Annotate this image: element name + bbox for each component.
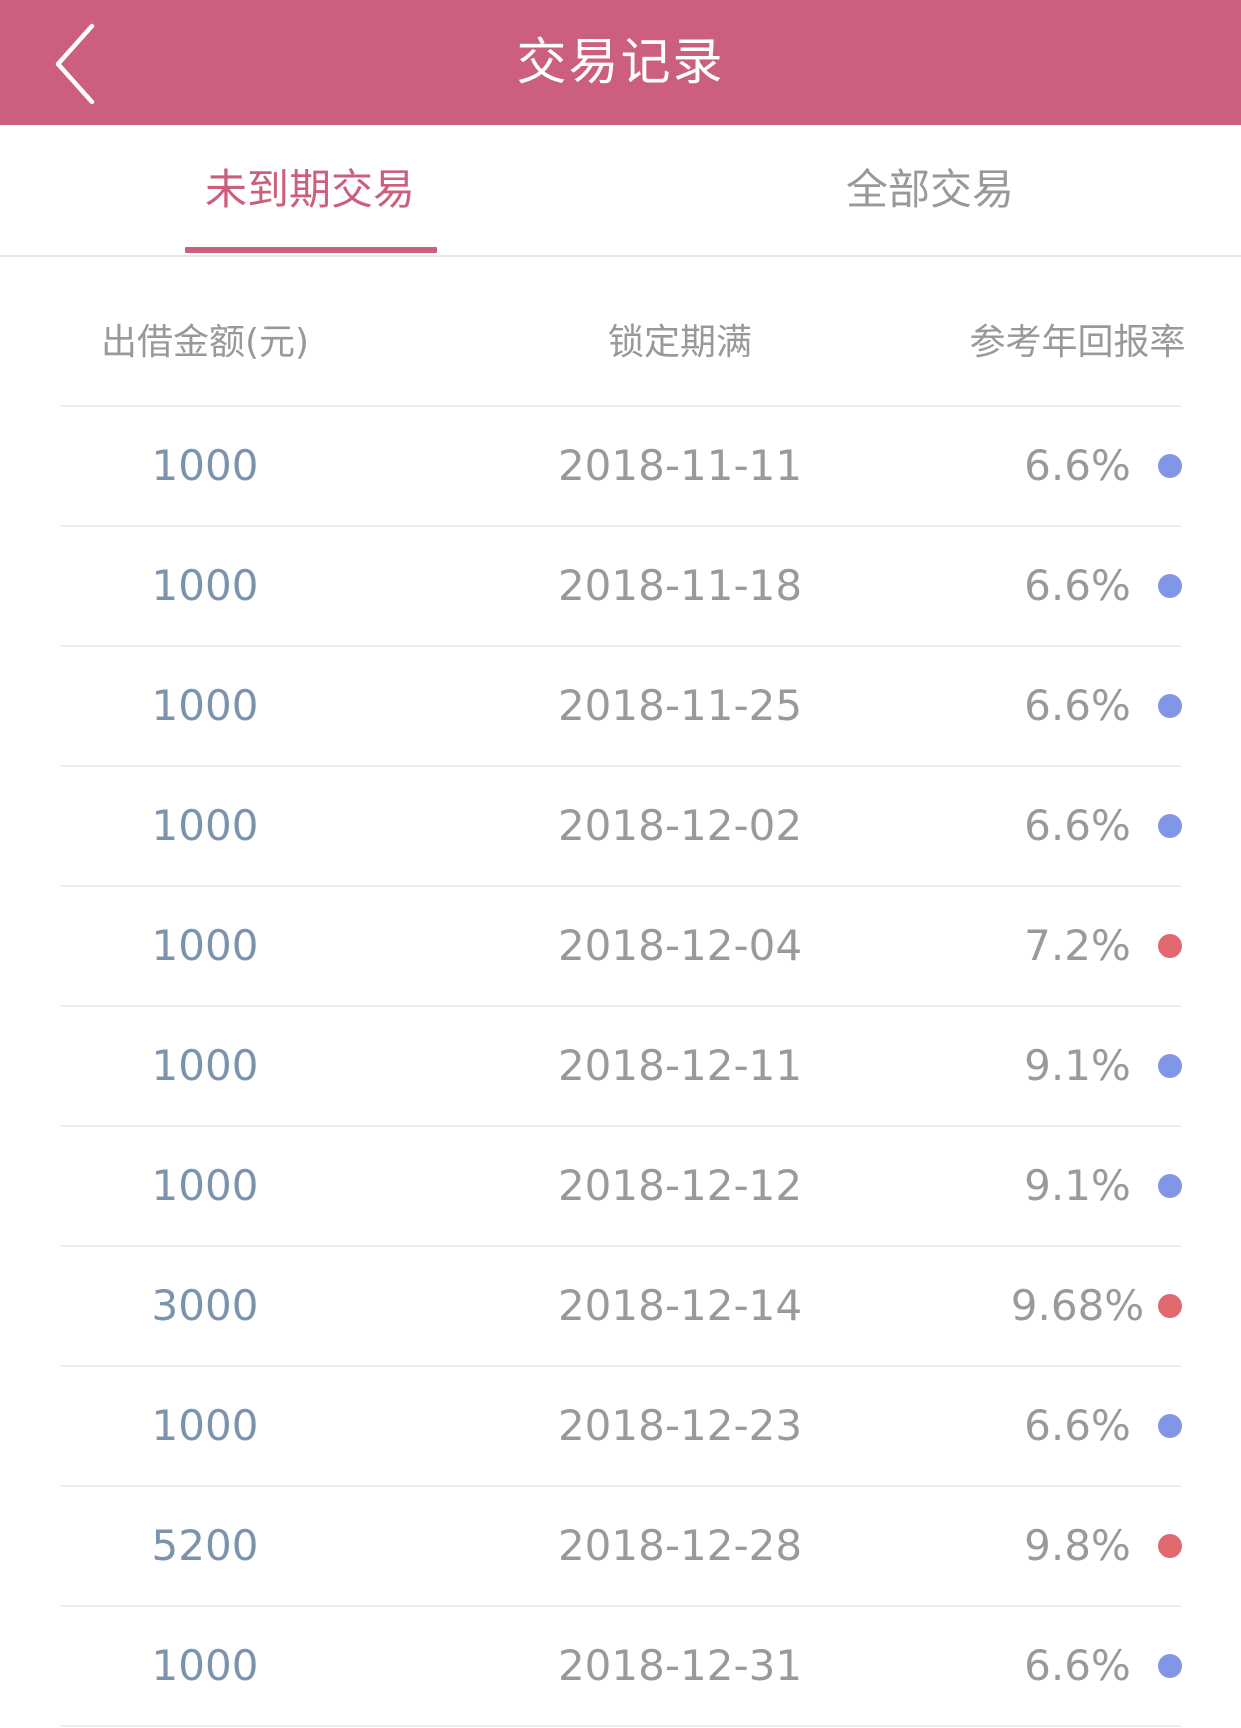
status-dot-icon <box>1158 1654 1182 1678</box>
table-row[interactable]: 3000 2018-12-14 9.68% <box>60 1247 1182 1367</box>
table-row[interactable]: 1000 2018-12-31 6.6% <box>60 1607 1182 1727</box>
row-expiry-date: 2018-12-28 <box>557 1521 803 1570</box>
row-return-rate: 9.68% <box>1010 1281 1145 1330</box>
row-return-rate: 6.6% <box>1024 801 1131 850</box>
table-row[interactable]: 1000 2018-11-11 6.6% <box>60 407 1182 527</box>
page-title: 交易记录 <box>516 33 725 91</box>
active-tab-indicator <box>185 247 437 253</box>
back-button[interactable] <box>40 18 130 108</box>
row-return-rate: 6.6% <box>1024 561 1131 610</box>
row-expiry-date: 2018-11-11 <box>557 441 803 490</box>
status-dot-icon <box>1158 934 1182 958</box>
column-header-amount: 出借金额(元) <box>100 322 310 363</box>
row-return-rate: 6.6% <box>1024 441 1131 490</box>
table-row[interactable]: 1000 2018-12-02 6.6% <box>60 767 1182 887</box>
row-expiry-date: 2018-11-25 <box>557 681 803 730</box>
status-dot-icon <box>1158 1054 1182 1078</box>
row-amount: 3000 <box>151 1281 259 1330</box>
row-amount: 1000 <box>151 801 259 850</box>
row-return-rate: 6.6% <box>1024 1401 1131 1450</box>
row-expiry-date: 2018-12-02 <box>557 801 803 850</box>
row-amount: 1000 <box>151 561 259 610</box>
row-expiry-date: 2018-12-31 <box>557 1641 803 1690</box>
status-dot-icon <box>1158 1294 1182 1318</box>
row-amount: 1000 <box>151 681 259 730</box>
table-row[interactable]: 1000 2018-12-12 9.1% <box>60 1127 1182 1247</box>
row-return-rate: 7.2% <box>1024 921 1131 970</box>
status-dot-icon <box>1158 1534 1182 1558</box>
row-return-rate: 6.6% <box>1024 681 1131 730</box>
status-dot-icon <box>1158 1414 1182 1438</box>
row-amount: 1000 <box>151 1041 259 1090</box>
row-amount: 1000 <box>151 1401 259 1450</box>
tab-bar: 未到期交易 全部交易 <box>0 125 1241 257</box>
column-header-annual-return: 参考年回报率 <box>969 322 1186 363</box>
status-dot-icon <box>1158 574 1182 598</box>
status-dot-icon <box>1158 454 1182 478</box>
tab-all-trades[interactable]: 全部交易 <box>805 125 1055 255</box>
row-expiry-date: 2018-12-11 <box>557 1041 803 1090</box>
table-row[interactable]: 1000 2018-12-23 6.6% <box>60 1367 1182 1487</box>
row-expiry-date: 2018-11-18 <box>557 561 803 610</box>
row-amount: 1000 <box>151 441 259 490</box>
row-return-rate: 9.1% <box>1024 1041 1131 1090</box>
status-dot-icon <box>1158 814 1182 838</box>
status-dot-icon <box>1158 1174 1182 1198</box>
table-row[interactable]: 1000 2018-11-18 6.6% <box>60 527 1182 647</box>
row-return-rate: 9.1% <box>1024 1161 1131 1210</box>
row-amount: 1000 <box>151 1641 259 1690</box>
table-row[interactable]: 1000 2018-11-25 6.6% <box>60 647 1182 767</box>
row-expiry-date: 2018-12-23 <box>557 1401 803 1450</box>
top-bar: 交易记录 <box>0 0 1241 125</box>
row-expiry-date: 2018-12-12 <box>557 1161 803 1210</box>
table-row[interactable]: 1000 2018-12-11 9.1% <box>60 1007 1182 1127</box>
row-amount: 1000 <box>151 921 259 970</box>
status-dot-icon <box>1158 694 1182 718</box>
row-amount: 5200 <box>151 1521 259 1570</box>
row-return-rate: 9.8% <box>1024 1521 1131 1570</box>
transaction-list: 1000 2018-11-11 6.6% 1000 2018-11-18 6.6% 1000… <box>60 407 1182 1727</box>
column-header-lock-expiry: 锁定期满 <box>607 322 752 363</box>
row-expiry-date: 2018-12-04 <box>557 921 803 970</box>
chevron-left-icon <box>55 23 95 105</box>
app-screen: 交易记录 未到期交易 全部交易 出借金额(元) 锁定期满 参考年回报率 1000… <box>0 0 1241 1728</box>
table-row[interactable]: 1000 2018-12-04 7.2% <box>60 887 1182 1007</box>
tab-unexpired-trades[interactable]: 未到期交易 <box>185 125 435 255</box>
row-expiry-date: 2018-12-14 <box>557 1281 803 1330</box>
row-return-rate: 6.6% <box>1024 1641 1131 1690</box>
row-amount: 1000 <box>151 1161 259 1210</box>
table-row[interactable]: 5200 2018-12-28 9.8% <box>60 1487 1182 1607</box>
table-header: 出借金额(元) 锁定期满 参考年回报率 <box>60 280 1186 407</box>
